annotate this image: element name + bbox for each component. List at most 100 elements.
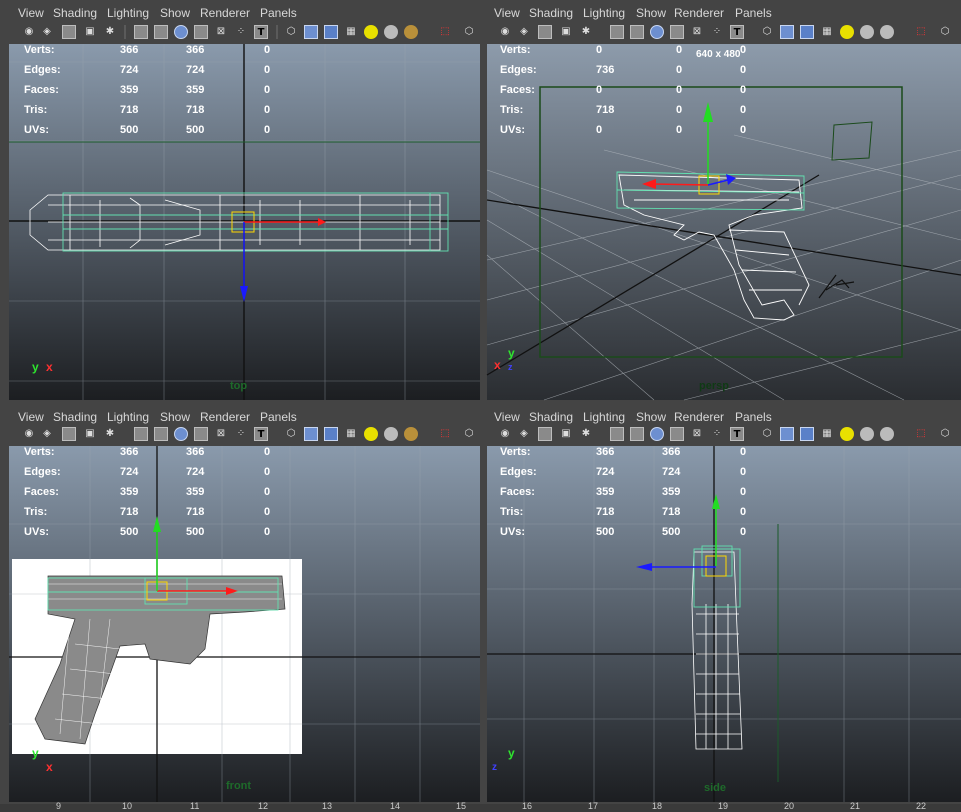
bounding-box-icon[interactable]: ⊠ (690, 427, 704, 441)
bookmark-icon[interactable] (62, 25, 76, 39)
menu-panels[interactable]: Panels (735, 410, 772, 424)
bounding-box-icon[interactable]: ⊠ (214, 25, 228, 39)
menu-shading[interactable]: Shading (529, 410, 573, 424)
all-lights-icon[interactable] (840, 427, 854, 441)
checker-icon[interactable]: ▦ (344, 427, 358, 441)
hq-render-icon[interactable] (404, 25, 418, 39)
menu-show[interactable]: Show (160, 6, 190, 20)
default-material-icon[interactable] (324, 25, 338, 39)
grid-toggle-icon[interactable]: ✱ (103, 25, 117, 39)
camera-icon[interactable]: ◉ (498, 427, 512, 441)
camera-attr-icon[interactable]: ◈ (517, 427, 531, 441)
text-icon[interactable]: T (730, 427, 744, 441)
camera-icon[interactable]: ◉ (22, 25, 36, 39)
shadows-icon[interactable] (384, 427, 398, 441)
bookmark-icon[interactable] (538, 427, 552, 441)
select-camera-icon[interactable]: ⬚ (438, 427, 452, 441)
all-lights-icon[interactable] (364, 427, 378, 441)
points-icon[interactable]: ⁘ (710, 427, 724, 441)
resolution-gate-icon[interactable] (134, 427, 148, 441)
viewport-persp[interactable]: View Shading Lighting Show Renderer Pane… (484, 0, 961, 404)
select-camera-icon[interactable]: ⬚ (914, 427, 928, 441)
camera-attr-icon[interactable]: ◈ (517, 25, 531, 39)
viewport-side[interactable]: View Shading Lighting Show Renderer Pane… (484, 404, 961, 804)
smooth-shade-icon[interactable] (194, 25, 208, 39)
default-material-icon[interactable] (800, 25, 814, 39)
camera-attr-icon[interactable]: ◈ (40, 427, 54, 441)
wireframe-icon[interactable] (174, 25, 188, 39)
menu-lighting[interactable]: Lighting (583, 410, 625, 424)
shadows-icon[interactable] (860, 427, 874, 441)
viewport-persp-canvas[interactable] (484, 0, 961, 404)
grid-toggle-icon[interactable]: ✱ (579, 427, 593, 441)
viewport-front[interactable]: View Shading Lighting Show Renderer Pane… (0, 404, 484, 804)
menu-view[interactable]: View (494, 6, 520, 20)
resolution-gate-icon[interactable] (610, 427, 624, 441)
shadows-icon[interactable] (860, 25, 874, 39)
menu-panels[interactable]: Panels (260, 6, 297, 20)
film-gate-icon[interactable] (154, 427, 168, 441)
smooth-shade-icon[interactable] (670, 25, 684, 39)
points-icon[interactable]: ⁘ (234, 427, 248, 441)
menu-show[interactable]: Show (636, 6, 666, 20)
frame-icon[interactable]: ⬡ (462, 25, 476, 39)
viewport-top[interactable]: View Shading Lighting Show Renderer Pane… (0, 0, 484, 404)
wireframe-icon[interactable] (650, 25, 664, 39)
resolution-gate-icon[interactable] (610, 25, 624, 39)
menu-shading[interactable]: Shading (53, 410, 97, 424)
smooth-shade-icon[interactable] (670, 427, 684, 441)
text-icon[interactable]: T (730, 25, 744, 39)
film-gate-icon[interactable] (630, 25, 644, 39)
viewport-front-canvas[interactable] (0, 404, 484, 804)
checker-icon[interactable]: ▦ (820, 25, 834, 39)
isolate-select-icon[interactable]: ⬡ (284, 427, 298, 441)
menu-show[interactable]: Show (636, 410, 666, 424)
menu-lighting[interactable]: Lighting (107, 410, 149, 424)
isolate-select-icon[interactable]: ⬡ (760, 427, 774, 441)
frame-icon[interactable]: ⬡ (938, 25, 952, 39)
image-plane-icon[interactable]: ▣ (83, 25, 97, 39)
frame-icon[interactable]: ⬡ (462, 427, 476, 441)
bookmark-icon[interactable] (62, 427, 76, 441)
xray-icon[interactable] (780, 25, 794, 39)
default-material-icon[interactable] (800, 427, 814, 441)
xray-icon[interactable] (304, 427, 318, 441)
menu-view[interactable]: View (18, 6, 44, 20)
menu-lighting[interactable]: Lighting (583, 6, 625, 20)
film-gate-icon[interactable] (154, 25, 168, 39)
wireframe-icon[interactable] (174, 427, 188, 441)
resolution-gate-icon[interactable] (134, 25, 148, 39)
image-plane-icon[interactable]: ▣ (559, 427, 573, 441)
camera-attr-icon[interactable]: ◈ (40, 25, 54, 39)
bounding-box-icon[interactable]: ⊠ (690, 25, 704, 39)
menu-shading[interactable]: Shading (53, 6, 97, 20)
points-icon[interactable]: ⁘ (710, 25, 724, 39)
camera-icon[interactable]: ◉ (498, 25, 512, 39)
viewport-top-canvas[interactable] (0, 0, 484, 404)
grid-toggle-icon[interactable]: ✱ (579, 25, 593, 39)
menu-show[interactable]: Show (160, 410, 190, 424)
camera-icon[interactable]: ◉ (22, 427, 36, 441)
shadows-icon[interactable] (384, 25, 398, 39)
menu-view[interactable]: View (18, 410, 44, 424)
default-material-icon[interactable] (324, 427, 338, 441)
menu-renderer[interactable]: Renderer (200, 6, 250, 20)
menu-panels[interactable]: Panels (735, 6, 772, 20)
xray-icon[interactable] (780, 427, 794, 441)
frame-icon[interactable]: ⬡ (938, 427, 952, 441)
grid-toggle-icon[interactable]: ✱ (103, 427, 117, 441)
all-lights-icon[interactable] (840, 25, 854, 39)
hq-render-icon[interactable] (880, 427, 894, 441)
image-plane-icon[interactable]: ▣ (83, 427, 97, 441)
menu-lighting[interactable]: Lighting (107, 6, 149, 20)
menu-renderer[interactable]: Renderer (200, 410, 250, 424)
menu-shading[interactable]: Shading (529, 6, 573, 20)
text-icon[interactable]: T (254, 25, 268, 39)
isolate-select-icon[interactable]: ⬡ (284, 25, 298, 39)
image-plane-icon[interactable]: ▣ (559, 25, 573, 39)
menu-renderer[interactable]: Renderer (674, 410, 724, 424)
smooth-shade-icon[interactable] (194, 427, 208, 441)
bounding-box-icon[interactable]: ⊠ (214, 427, 228, 441)
text-icon[interactable]: T (254, 427, 268, 441)
xray-icon[interactable] (304, 25, 318, 39)
